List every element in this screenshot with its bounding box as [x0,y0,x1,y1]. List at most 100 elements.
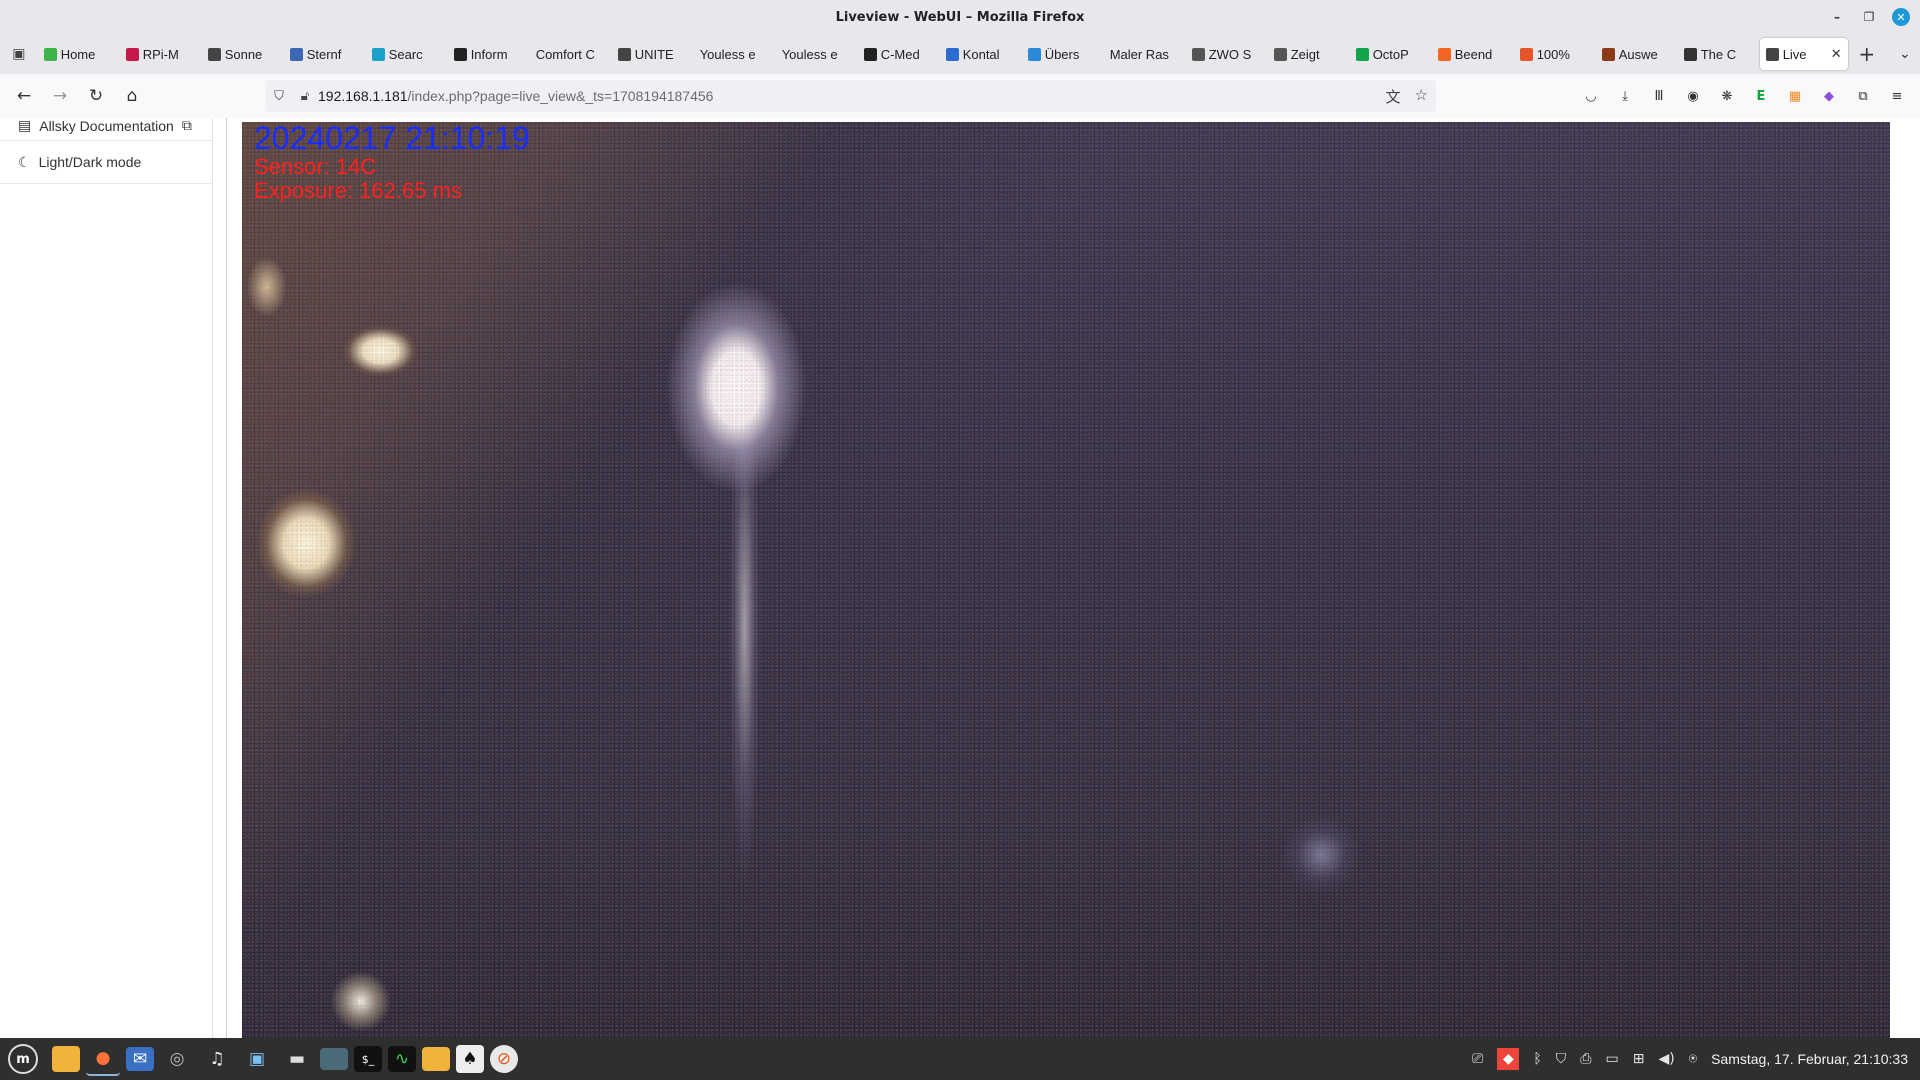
volume-icon[interactable]: ◀) [1658,1051,1674,1067]
network-icon[interactable]: ⊞ [1633,1051,1645,1067]
close-window-button[interactable]: ✕ [1892,8,1910,26]
music-icon[interactable]: ♫ [200,1042,234,1076]
terminal-window-icon[interactable] [320,1048,348,1070]
disk-tool-icon[interactable]: ⊘ [490,1045,518,1073]
tab-9[interactable]: Youless e [776,38,858,70]
pocket-icon[interactable]: ◡ [1582,87,1600,105]
tab-label: Youless e [781,46,838,62]
tab-2[interactable]: Sonne [202,38,284,70]
files-icon[interactable] [52,1046,80,1072]
tab-17[interactable]: Beend [1432,38,1514,70]
printer-icon[interactable]: ⎙ [1580,1051,1591,1067]
printer-scan-icon[interactable]: ▬ [280,1042,314,1076]
firefox-icon[interactable]: ● [86,1042,120,1076]
tab-0[interactable]: Home [38,38,120,70]
tab-label: Youless e [699,46,756,62]
tab-12[interactable]: Übers [1022,38,1104,70]
tab-10[interactable]: C-Med [858,38,940,70]
tab-label: C-Med [880,46,920,62]
taskbar: m ● ✉ ◎ ♫ ▣ ▬ $_ ∿ ♠ ⊘ ⎚ ◆ ᛒ ⛉ ⎙ ▭ ⊞ ◀) … [0,1038,1920,1080]
tab-label: Searc [388,46,423,62]
tab-5[interactable]: Inform [448,38,530,70]
tab-favicon-icon [1273,47,1287,61]
folder-icon[interactable] [422,1047,450,1071]
keyboard-layout-icon[interactable]: ▭ [1605,1051,1618,1067]
account-icon[interactable]: ◉ [1684,87,1702,105]
purple-extension-icon[interactable]: ◆ [1820,87,1838,105]
system-monitor-icon[interactable]: ∿ [388,1046,416,1072]
shield-tray-icon[interactable]: ⛉ [1556,1051,1567,1067]
list-all-tabs-icon[interactable]: ⌄ [1890,38,1920,70]
tab-1[interactable]: RPi-M [120,38,202,70]
tab-8[interactable]: Youless e [694,38,776,70]
tab-4[interactable]: Searc [366,38,448,70]
notifications-icon[interactable]: ⍟ [1689,1051,1697,1067]
insecure-lock-icon[interactable]: 🔓︎ [292,88,318,104]
bookmark-star-icon[interactable]: ☆ [1415,86,1428,107]
tab-label: Zeigt [1290,46,1320,62]
anydesk-tray-icon[interactable]: ◆ [1497,1048,1520,1070]
tab-13[interactable]: Maler Ras [1104,38,1186,70]
tab-18[interactable]: 100% [1514,38,1596,70]
tab-label: Auswe [1618,46,1658,62]
sidebar-item-label: Light/Dark mode [38,154,142,170]
mint-menu-icon[interactable]: m [8,1044,38,1074]
extensions-puzzle-icon[interactable]: ⧉ [1854,87,1872,105]
window-title: Liveview - WebUI – Mozilla Firefox [835,9,1085,25]
tab-14[interactable]: ZWO S [1186,38,1268,70]
colorful-extension-icon[interactable]: ▦ [1786,87,1804,105]
downloads-icon[interactable]: ⤓ [1616,87,1634,105]
tab-favicon-icon [125,47,139,61]
firefox-view-icon[interactable]: ▣ [0,34,38,74]
tabs-container: Home RPi-M Sonne Sternf Searc Inform Comfort C… [38,38,1848,70]
tab-16[interactable]: OctoP [1350,38,1432,70]
terminal-icon[interactable]: $_ [354,1046,382,1072]
e-extension-icon[interactable]: E [1752,87,1770,105]
new-tab-button[interactable]: + [1852,38,1882,70]
tab-6[interactable]: Comfort C [530,38,612,70]
clock[interactable]: Samstag, 17. Februar, 21:10:33 [1711,1051,1908,1067]
toolbar-right: ◡ ⤓ Ⅲ ◉ ❋ E ▦ ◆ ⧉ ≡ [1582,87,1906,105]
live-view-image[interactable]: 20240217 21:10:19 Sensor: 14C Exposure: … [242,122,1890,1038]
url-bar[interactable]: ⛉ 🔓︎ 192.168.1.181/index.php?page=live_v… [266,80,1436,112]
close-tab-icon[interactable]: ✕ [1831,46,1842,62]
tab-favicon-icon [863,47,877,61]
minimize-button[interactable]: – [1828,8,1846,26]
spades-game-icon[interactable]: ♠ [456,1045,484,1073]
screenshot-tray-icon[interactable]: ⎚ [1472,1051,1483,1067]
library-icon[interactable]: Ⅲ [1650,87,1668,105]
tab-favicon-icon [1437,47,1451,61]
translate-icon[interactable]: 文 [1386,86,1401,107]
tab-21[interactable]: Live ✕ [1759,38,1848,70]
back-button[interactable]: ← [6,80,42,112]
forward-button[interactable]: → [42,80,78,112]
tab-label: OctoP [1372,46,1409,62]
reload-button[interactable]: ↻ [78,80,114,112]
sidebar-item-documentation[interactable]: ▤ Allsky Documentation ⧉ [0,118,212,141]
extension-icon[interactable]: ❋ [1718,87,1736,105]
maximize-button[interactable]: ❐ [1860,8,1878,26]
shield-icon[interactable]: ⛉ [266,88,292,104]
tab-label: Maler Ras [1109,46,1169,62]
tab-label: The C [1700,46,1737,62]
home-button[interactable]: ⌂ [114,80,150,112]
tab-20[interactable]: The C [1678,38,1760,70]
url-text[interactable]: 192.168.1.181/index.php?page=live_view&_… [318,88,713,104]
disk-icon[interactable]: ◎ [160,1042,194,1076]
tab-label: Live [1782,46,1807,62]
tab-3[interactable]: Sternf [284,38,366,70]
tab-favicon-icon [1683,47,1697,61]
external-link-icon: ⧉ [181,118,192,133]
image-noise [242,122,1890,1038]
tab-11[interactable]: Kontal [940,38,1022,70]
bluetooth-icon[interactable]: ᛒ [1533,1051,1541,1067]
system-tray: ⎚ ◆ ᛒ ⛉ ⎙ ▭ ⊞ ◀) ⍟ Samstag, 17. Februar,… [1472,1048,1908,1070]
sidebar-item-light-dark-mode[interactable]: ☾ Light/Dark mode [0,141,212,184]
tab-15[interactable]: Zeigt [1268,38,1350,70]
tab-label: Inform [470,46,508,62]
mail-icon[interactable]: ✉ [126,1047,154,1071]
tab-7[interactable]: UNITE [612,38,694,70]
camera-icon[interactable]: ▣ [240,1042,274,1076]
tab-19[interactable]: Auswe [1596,38,1678,70]
menu-icon[interactable]: ≡ [1888,87,1906,105]
